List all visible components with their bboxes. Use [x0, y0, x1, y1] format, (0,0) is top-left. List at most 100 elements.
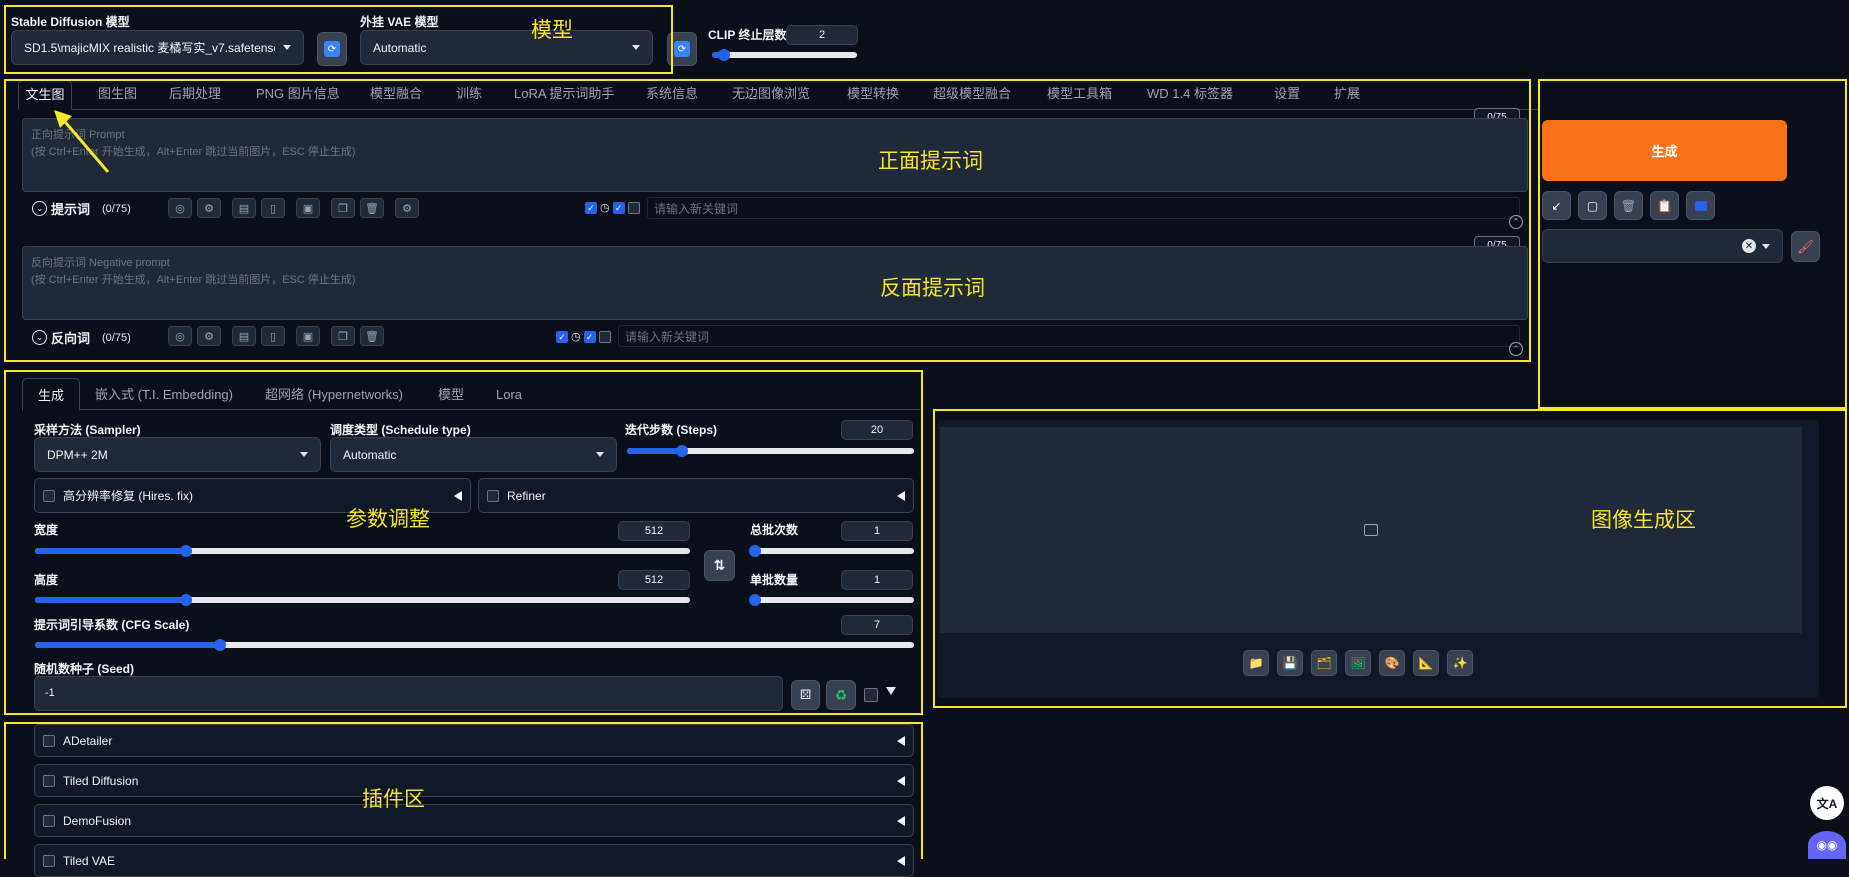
settings-gear-icon[interactable]: ⚙ — [197, 198, 221, 218]
negative-keyword-input[interactable]: 请输入新关键词 — [618, 325, 1520, 347]
translate-icon[interactable]: ▣ — [296, 198, 320, 218]
collapse-up-icon[interactable]: ⌃ — [1509, 342, 1523, 356]
send-to-img2img-icon[interactable]: 🖼 — [1345, 650, 1371, 676]
cfg-slider-knob[interactable] — [213, 639, 226, 651]
trash-icon[interactable]: 🗑 — [360, 198, 384, 218]
negative-section-header[interactable]: ⌄ 反向词 (0/75) — [32, 328, 131, 347]
tab-png-info[interactable]: PNG 图片信息 — [256, 80, 340, 108]
send-to-inpaint-icon[interactable]: 🎨 — [1379, 650, 1405, 676]
trash-icon[interactable]: 🗑 — [360, 326, 384, 346]
style-icon[interactable] — [1686, 191, 1715, 220]
translate-globe-icon[interactable]: ◎ — [168, 198, 192, 218]
extension-checkbox[interactable] — [43, 774, 55, 787]
tab-settings[interactable]: 设置 — [1274, 80, 1300, 108]
expand-triangle-down-icon[interactable] — [886, 687, 896, 695]
extra-seed-checkbox[interactable] — [864, 688, 878, 702]
tab-checkpoint-merger[interactable]: 模型融合 — [370, 80, 422, 108]
seed-input[interactable]: -1 — [34, 676, 783, 711]
checkbox-icon[interactable]: ✓ — [585, 201, 597, 214]
tab-infinite-image-browsing[interactable]: 无边图像浏览 — [732, 80, 810, 108]
tab-model-converter[interactable]: 模型转换 — [847, 80, 899, 108]
extension-checkbox[interactable] — [43, 814, 55, 827]
extension-tiled-diffusion[interactable]: Tiled Diffusion — [34, 764, 914, 797]
translate-icon[interactable]: ▣ — [296, 326, 320, 346]
tab-checkpoints[interactable]: 模型 — [438, 378, 464, 406]
clip-value[interactable]: 2 — [786, 25, 858, 45]
tab-img2img[interactable]: 图生图 — [98, 80, 137, 108]
hires-fix-checkbox[interactable] — [43, 489, 55, 502]
steps-slider-knob[interactable] — [675, 445, 688, 457]
generate-button[interactable]: 生成 — [1542, 120, 1787, 181]
checkbox-icon[interactable]: ✓ — [556, 330, 568, 343]
zip-icon[interactable]: 🗂 — [1311, 650, 1337, 676]
settings-gear-icon[interactable]: ⚙ — [197, 326, 221, 346]
prompt-section-header[interactable]: ⌄ 提示词 (0/75) — [32, 199, 131, 218]
batch-count-value[interactable]: 1 — [841, 521, 913, 541]
width-slider-knob[interactable] — [179, 545, 192, 557]
extension-adetailer[interactable]: ADetailer — [34, 724, 914, 757]
extension-checkbox[interactable] — [43, 734, 55, 747]
steps-slider[interactable] — [627, 445, 914, 457]
history-icon[interactable]: ▤ — [232, 198, 256, 218]
panel-icon[interactable] — [598, 330, 611, 343]
history-icon[interactable]: ▤ — [232, 326, 256, 346]
batch-size-slider[interactable] — [749, 594, 914, 606]
cfg-value[interactable]: 7 — [841, 615, 913, 635]
tab-extensions[interactable]: 扩展 — [1334, 80, 1360, 108]
clip-slider-knob[interactable] — [717, 49, 730, 61]
tab-train[interactable]: 训练 — [456, 80, 482, 108]
swap-dimensions-button[interactable]: ⇅ — [704, 550, 735, 581]
refiner-checkbox[interactable] — [487, 489, 499, 502]
arrow-down-left-icon[interactable]: ↙ — [1542, 191, 1571, 220]
tab-wd14-tagger[interactable]: WD 1.4 标签器 — [1147, 80, 1233, 108]
tab-lora-prompt-helper[interactable]: LoRA 提示词助手 — [514, 80, 614, 108]
square-icon[interactable]: ▢ — [1578, 191, 1607, 220]
tab-txt2img[interactable]: 文生图 — [18, 80, 72, 110]
gear-icon[interactable]: ⚙ — [395, 198, 419, 218]
prompt-keyword-input[interactable]: 请输入新关键词 — [647, 197, 1520, 219]
extension-demofusion[interactable]: DemoFusion — [34, 804, 914, 837]
checkbox-icon[interactable]: ✓ — [612, 201, 625, 214]
tab-extras[interactable]: 后期处理 — [169, 80, 221, 108]
extension-tiled-vae[interactable]: Tiled VAE — [34, 844, 914, 877]
save-icon[interactable]: 💾 — [1277, 650, 1303, 676]
send-to-extras-icon[interactable]: 📐 — [1413, 650, 1439, 676]
tab-system-info[interactable]: 系统信息 — [646, 80, 698, 108]
height-slider[interactable] — [35, 594, 690, 606]
batch-count-slider[interactable] — [749, 545, 914, 557]
cfg-slider[interactable] — [35, 639, 914, 651]
extension-checkbox[interactable] — [43, 854, 55, 867]
bookmark-icon[interactable]: ▯ — [261, 326, 285, 346]
checkbox-icon[interactable]: ✓ — [583, 330, 596, 343]
height-slider-knob[interactable] — [179, 594, 192, 606]
vae-select[interactable]: Automatic — [360, 30, 653, 65]
bookmark-icon[interactable]: ▯ — [261, 198, 285, 218]
folder-icon[interactable]: 📁 — [1243, 650, 1269, 676]
steps-value[interactable]: 20 — [841, 420, 913, 440]
trash-icon[interactable]: 🗑 — [1614, 191, 1643, 220]
collapse-up-icon[interactable]: ⌃ — [1509, 215, 1523, 229]
random-seed-button[interactable]: ⚄ — [791, 680, 820, 710]
translate-globe-icon[interactable]: ◎ — [168, 326, 192, 346]
prompt-textarea[interactable]: 正向提示词 Prompt (按 Ctrl+Enter 开始生成，Alt+Ente… — [22, 118, 1528, 192]
sparkle-icon[interactable]: ✨ — [1447, 650, 1473, 676]
tab-hypernetworks[interactable]: 超网络 (Hypernetworks) — [265, 378, 403, 406]
tab-super-merger[interactable]: 超级模型融合 — [933, 80, 1011, 108]
batch-size-slider-knob[interactable] — [749, 594, 761, 606]
styles-select[interactable]: ✕ — [1542, 229, 1783, 263]
width-slider[interactable] — [35, 545, 690, 557]
sampler-select[interactable]: DPM++ 2M — [34, 437, 321, 472]
refresh-sd-model-button[interactable]: ⟳ — [317, 32, 347, 66]
clear-x-icon[interactable]: ✕ — [1742, 239, 1756, 253]
translate-float-icon[interactable]: 文A — [1810, 786, 1844, 820]
clip-slider[interactable] — [712, 49, 857, 61]
refiner-accordion[interactable]: Refiner — [478, 478, 914, 513]
schedule-select[interactable]: Automatic — [330, 437, 617, 472]
tab-generation[interactable]: 生成 — [22, 378, 80, 411]
batch-count-slider-knob[interactable] — [749, 545, 761, 557]
copy-icon[interactable]: ❐ — [331, 198, 355, 218]
panel-icon[interactable] — [627, 201, 640, 214]
sd-model-select[interactable]: SD1.5\majicMIX realistic 麦橘写实_v7.safeten… — [11, 30, 304, 65]
tab-lora[interactable]: Lora — [496, 378, 522, 406]
width-value[interactable]: 512 — [618, 521, 690, 541]
